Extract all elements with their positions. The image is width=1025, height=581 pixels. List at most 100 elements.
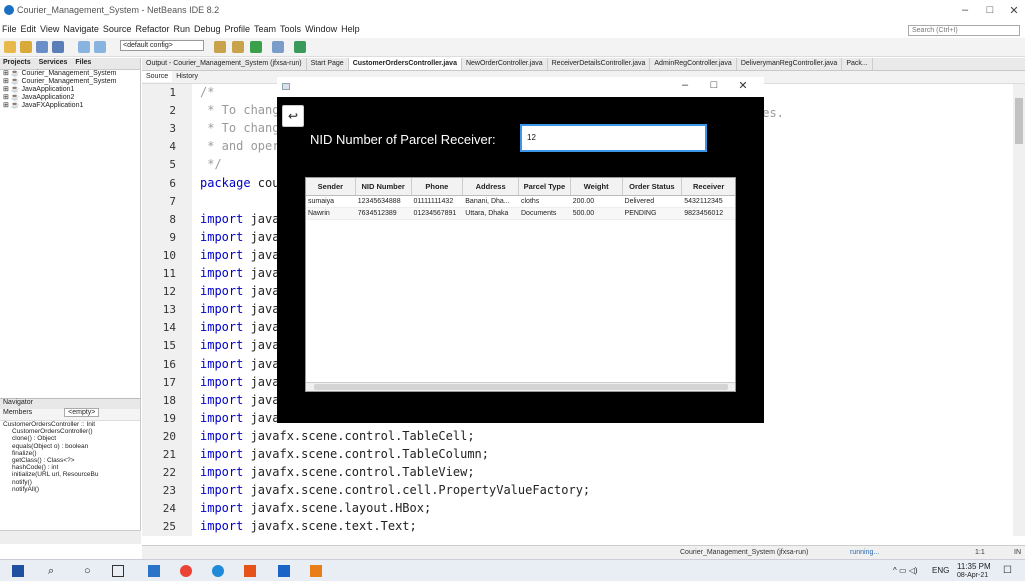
code-line[interactable]: import java xyxy=(200,320,279,334)
dialog-maximize-icon[interactable]: □ xyxy=(704,79,724,91)
tree-item[interactable]: ⊞ ☕ Courier_Management_System xyxy=(0,70,140,78)
new-project-icon[interactable] xyxy=(4,41,16,53)
office-icon[interactable] xyxy=(244,565,256,577)
file-explorer-icon[interactable] xyxy=(148,565,160,577)
list-item[interactable]: finalize() xyxy=(0,450,140,457)
code-line[interactable]: import javafx.scene.control.TableView; xyxy=(200,465,475,479)
list-item[interactable]: notify() xyxy=(0,479,140,486)
menu-tools[interactable]: Tools xyxy=(278,22,303,36)
code-line[interactable]: * and oper xyxy=(200,139,279,153)
editor-scrollbar[interactable] xyxy=(1013,84,1025,536)
menu-source[interactable]: Source xyxy=(101,22,134,36)
open-project-icon[interactable] xyxy=(36,41,48,53)
code-line[interactable]: import java xyxy=(200,212,279,226)
code-line[interactable]: * To chang xyxy=(200,121,279,135)
code-line[interactable]: import javafx.scene.control.TableColumn; xyxy=(200,447,489,461)
new-file-icon[interactable] xyxy=(20,41,32,53)
tab-admin-reg[interactable]: AdminRegController.java xyxy=(650,58,737,70)
maximize-icon[interactable]: □ xyxy=(980,4,1000,16)
tab-start-page[interactable]: Start Page xyxy=(307,58,349,70)
menu-debug[interactable]: Debug xyxy=(192,22,223,36)
tab-files[interactable]: Files xyxy=(75,59,91,66)
code-line[interactable]: */ xyxy=(200,157,221,171)
menu-navigate[interactable]: Navigate xyxy=(61,22,101,36)
list-item[interactable]: clone() : Object xyxy=(0,435,140,442)
build-icon[interactable] xyxy=(214,41,226,53)
tab-source[interactable]: Source xyxy=(142,71,173,82)
tray-date[interactable]: 08-Apr-21 xyxy=(957,572,988,579)
tab-deliveryman-reg[interactable]: DeliverymanRegController.java xyxy=(737,58,843,70)
close-icon[interactable]: ✕ xyxy=(1004,4,1024,17)
table-row[interactable]: Nawrin 7634512389 01234567891 Uttara, Dh… xyxy=(306,208,735,220)
menu-window[interactable]: Window xyxy=(303,22,339,36)
code-line[interactable]: import java xyxy=(200,375,279,389)
table-row[interactable]: sumaiya 12345634888 01111111432 Banani, … xyxy=(306,196,735,208)
edge-icon[interactable] xyxy=(212,565,224,577)
code-line[interactable]: import javafx.scene.layout.HBox; xyxy=(200,501,431,515)
code-line[interactable]: package cou xyxy=(200,176,279,190)
column-header[interactable]: Phone xyxy=(412,178,464,195)
code-line[interactable]: import java xyxy=(200,411,279,425)
search-icon[interactable]: ⌕ xyxy=(48,565,60,577)
list-item[interactable]: hashCode() : int xyxy=(0,464,140,471)
editor-scrollbar-thumb[interactable] xyxy=(1015,98,1023,144)
code-line[interactable]: import java xyxy=(200,393,279,407)
code-line[interactable]: import java xyxy=(200,338,279,352)
table-horizontal-scrollbar[interactable] xyxy=(306,382,735,391)
tree-item[interactable]: ⊞ ☕ Courier_Management_System xyxy=(0,78,140,86)
save-all-icon[interactable] xyxy=(52,41,64,53)
debug-icon[interactable] xyxy=(272,41,284,53)
chrome-icon[interactable] xyxy=(180,565,192,577)
code-line[interactable]: import javafx.scene.control.TableCell; xyxy=(200,429,475,443)
code-line[interactable]: import javafx.scene.text.Text; xyxy=(200,519,417,533)
tab-services[interactable]: Services xyxy=(39,59,68,66)
dialog-close-icon[interactable]: ✕ xyxy=(733,79,753,92)
dialog-minimize-icon[interactable]: – xyxy=(675,79,695,91)
navigator-class[interactable]: CustomerOrdersController :: Init xyxy=(0,421,140,428)
tree-item[interactable]: ⊞ ☕ JavaApplication2 xyxy=(0,94,140,102)
column-header[interactable]: Parcel Type xyxy=(519,178,571,195)
list-item[interactable]: CustomerOrdersController() xyxy=(0,428,140,435)
menu-team[interactable]: Team xyxy=(252,22,278,36)
code-line[interactable]: import javafx.scene.control.cell.Propert… xyxy=(200,483,590,497)
list-item[interactable]: getClass() : Class<?> xyxy=(0,457,140,464)
back-button[interactable]: ↩ xyxy=(282,105,304,127)
undo-icon[interactable] xyxy=(78,41,90,53)
column-header[interactable]: Weight xyxy=(571,178,623,195)
tree-item[interactable]: ⊞ ☕ JavaApplication1 xyxy=(0,86,140,94)
code-line[interactable]: import java xyxy=(200,230,279,244)
tab-pack[interactable]: Pack... xyxy=(842,58,873,70)
menu-run[interactable]: Run xyxy=(171,22,192,36)
navigator-filter[interactable]: <empty> xyxy=(64,408,100,417)
config-select[interactable]: <default config> xyxy=(120,40,204,51)
tab-projects[interactable]: Projects xyxy=(3,59,31,66)
column-header[interactable]: Order Status xyxy=(623,178,683,195)
cortana-icon[interactable]: ○ xyxy=(84,565,96,577)
table-scrollbar-thumb[interactable] xyxy=(314,384,728,390)
redo-icon[interactable] xyxy=(94,41,106,53)
column-header[interactable]: Receiver xyxy=(682,178,735,195)
menu-refactor[interactable]: Refactor xyxy=(133,22,171,36)
notification-icon[interactable]: ☐ xyxy=(1003,565,1012,576)
tray-language[interactable]: ENG xyxy=(932,566,949,575)
list-item[interactable]: notifyAll() xyxy=(0,486,140,493)
menu-profile[interactable]: Profile xyxy=(223,22,253,36)
profile-icon[interactable] xyxy=(294,41,306,53)
task-view-icon[interactable] xyxy=(112,565,124,577)
code-line[interactable]: import java xyxy=(200,302,279,316)
tray-icons[interactable]: ^ ▭ ◁) xyxy=(893,566,918,575)
menu-view[interactable]: View xyxy=(38,22,61,36)
column-header[interactable]: Sender xyxy=(306,178,356,195)
run-icon[interactable] xyxy=(250,41,262,53)
list-item[interactable]: initialize(URL url, ResourceBu xyxy=(0,471,140,478)
tree-item[interactable]: ⊞ ☕ JavaFXApplication1 xyxy=(0,102,140,110)
windows-start-icon[interactable] xyxy=(12,565,24,577)
list-item[interactable]: equals(Object o) : boolean xyxy=(0,443,140,450)
code-line[interactable]: import java xyxy=(200,284,279,298)
code-line[interactable]: * To chang xyxy=(200,103,279,117)
column-header[interactable]: NID Number xyxy=(356,178,412,195)
minimize-icon[interactable]: – xyxy=(955,4,975,16)
search-input[interactable]: Search (Ctrl+I) xyxy=(908,25,1020,36)
tray-time[interactable]: 11:35 PM xyxy=(957,562,991,571)
clean-build-icon[interactable] xyxy=(232,41,244,53)
